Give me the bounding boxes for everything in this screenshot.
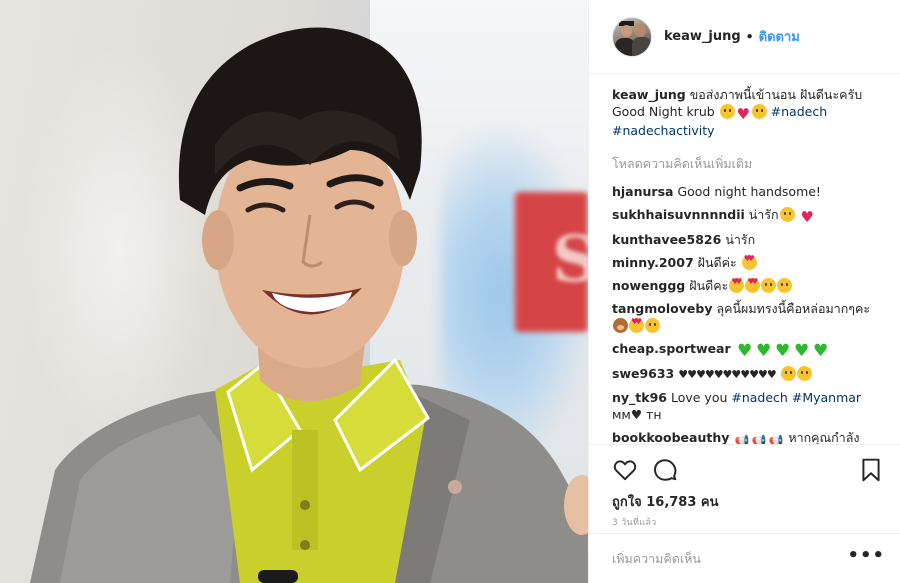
shirt-button-2 bbox=[300, 540, 310, 550]
comment-suffix: мм♥ тн bbox=[612, 407, 662, 422]
lapel-pin bbox=[448, 480, 462, 494]
comment: nowenggg ฝันดีคะ bbox=[612, 277, 881, 294]
likes-count[interactable]: ถูกใจ 16,783 คน bbox=[612, 491, 719, 512]
grinning-face-emoji-icon bbox=[780, 366, 796, 381]
speech-bubble-icon[interactable] bbox=[652, 457, 678, 483]
comment: sukhhaisuvnnnndii น่ารัก ♥ bbox=[612, 206, 881, 225]
comment: hjanursa Good night handsome! bbox=[612, 183, 881, 200]
ear-right bbox=[389, 210, 417, 266]
comment: cheap.sportwear ♥ ♥ ♥ ♥ ♥ bbox=[612, 340, 881, 361]
ellipsis-icon[interactable]: ••• bbox=[847, 546, 885, 567]
microphone bbox=[258, 570, 298, 583]
heart-emoji-icon: ♥ bbox=[800, 208, 814, 226]
comment-text: ฝันดีคะ bbox=[689, 278, 729, 293]
sleepy-face-emoji-icon bbox=[761, 278, 777, 293]
comment-hashtag[interactable]: #nadech bbox=[731, 390, 787, 405]
header-username[interactable]: keaw_jung bbox=[664, 29, 741, 44]
comment: minny.2007 ฝันดีค่ะ bbox=[612, 254, 881, 271]
instagram-post-window: S keaw_jung • ติดตาม keaw_jung ขอส่งภาพน… bbox=[0, 0, 900, 583]
comment-hashtag[interactable]: #Myanmar bbox=[792, 390, 861, 405]
comment: swe9633 ♥♥♥♥♥♥♥♥♥♥♥ bbox=[612, 365, 881, 383]
avatar-person-1 bbox=[621, 24, 632, 37]
post-actions: ถูกใจ 16,783 คน 3 วันที่แล้ว bbox=[589, 444, 900, 532]
grinning-face-emoji-icon bbox=[796, 366, 812, 381]
avatar-person-2 bbox=[634, 23, 646, 37]
post-photo[interactable]: S bbox=[0, 0, 588, 583]
comment-username[interactable]: bookkoobeauthy bbox=[612, 430, 729, 444]
comment-text: ลุคนี้ผมทรงนี้คือหล่อมากๆคะ bbox=[716, 301, 871, 316]
winking-kiss-emoji-icon bbox=[645, 318, 660, 333]
comment-text: ♥♥♥♥♥♥♥♥♥♥♥ bbox=[678, 368, 776, 381]
post-header: keaw_jung • ติดตาม bbox=[589, 0, 900, 74]
comment-username[interactable]: nowenggg bbox=[612, 278, 685, 293]
add-comment-input[interactable] bbox=[612, 551, 848, 566]
heart-eyes-emoji-icon bbox=[629, 317, 644, 333]
comment-text: Love you bbox=[670, 390, 728, 405]
heart-outline-icon[interactable] bbox=[612, 457, 638, 483]
megaphone-emoji-icon: 📢 bbox=[734, 434, 750, 444]
red-heart-emoji-icon: ♥ bbox=[736, 105, 750, 123]
comment: tangmoloveby ลุคนี้ผมทรงนี้คือหล่อมากๆคะ bbox=[612, 300, 881, 334]
heart-eyes-emoji-icon bbox=[741, 254, 757, 270]
comment-username[interactable]: minny.2007 bbox=[612, 255, 694, 270]
shirt-placket bbox=[292, 430, 318, 550]
comment: ny_tk96 Love you #nadech #Myanmar мм♥ тн bbox=[612, 389, 881, 423]
follow-button[interactable]: ติดตาม bbox=[759, 26, 800, 47]
action-icons-row bbox=[612, 457, 884, 483]
caption-username[interactable]: keaw_jung bbox=[612, 87, 686, 102]
comment: bookkoobeauthy 📢📢📢 หากคุณกำลังมอง หา bbox=[612, 429, 881, 444]
bear-emoji-icon bbox=[613, 318, 628, 333]
green-heart-emoji-icon: ♥ bbox=[794, 341, 810, 361]
green-heart-emoji-icon: ♥ bbox=[813, 341, 829, 361]
comment-text: น่ารัก bbox=[725, 232, 756, 247]
sleeping-face-emoji-icon bbox=[751, 104, 767, 119]
blowing-kiss-emoji-icon bbox=[719, 104, 735, 119]
post-caption: keaw_jung ขอส่งภาพนี้เข้านอน ฝันดีนะครับ… bbox=[612, 86, 881, 139]
megaphone-emoji-icon: 📢 bbox=[751, 434, 767, 444]
comment-text: Good night handsome! bbox=[677, 184, 821, 199]
comment-username[interactable]: swe9633 bbox=[612, 366, 674, 381]
comment-text: น่ารัก bbox=[748, 207, 779, 222]
add-comment-bar: ••• bbox=[589, 533, 900, 583]
post-side-panel: keaw_jung • ติดตาม keaw_jung ขอส่งภาพนี้… bbox=[588, 0, 900, 583]
green-heart-emoji-icon: ♥ bbox=[775, 341, 791, 361]
comment-username[interactable]: sukhhaisuvnnnndii bbox=[612, 207, 745, 222]
comment-username[interactable]: hjanursa bbox=[612, 184, 673, 199]
heart-eyes-emoji-icon bbox=[745, 277, 761, 293]
smiling-face-emoji-icon bbox=[779, 207, 795, 222]
megaphone-emoji-icon: 📢 bbox=[768, 434, 784, 444]
avatar-body-2 bbox=[632, 36, 651, 56]
sleepy-face-emoji-icon bbox=[777, 278, 793, 293]
green-heart-emoji-icon: ♥ bbox=[756, 341, 772, 361]
comment: kunthavee5826 น่ารัก bbox=[612, 231, 881, 248]
comment-username[interactable]: cheap.sportwear bbox=[612, 341, 731, 356]
comment-username[interactable]: kunthavee5826 bbox=[612, 232, 721, 247]
bookmark-icon[interactable] bbox=[858, 457, 884, 483]
post-timestamp[interactable]: 3 วันที่แล้ว bbox=[612, 515, 657, 529]
comment-username[interactable]: tangmoloveby bbox=[612, 301, 712, 316]
comments-list[interactable]: keaw_jung ขอส่งภาพนี้เข้านอน ฝันดีนะครับ… bbox=[589, 86, 900, 444]
avatar[interactable] bbox=[612, 16, 652, 57]
portrait-illustration bbox=[30, 27, 588, 583]
ear-left bbox=[202, 210, 234, 270]
comment-text: ฝันดีค่ะ bbox=[697, 255, 737, 270]
caption-hashtag[interactable]: #nadech bbox=[771, 104, 827, 119]
load-more-comments-link[interactable]: โหลดความคิดเห็นเพิ่มเติม bbox=[612, 154, 881, 174]
comment-username[interactable]: ny_tk96 bbox=[612, 390, 667, 405]
shirt-button-1 bbox=[300, 500, 310, 510]
green-heart-emoji-icon: ♥ bbox=[737, 341, 753, 361]
header-separator: • bbox=[745, 29, 754, 44]
caption-hashtag[interactable]: #nadechactivity bbox=[612, 123, 715, 138]
heart-eyes-emoji-icon bbox=[729, 277, 745, 293]
